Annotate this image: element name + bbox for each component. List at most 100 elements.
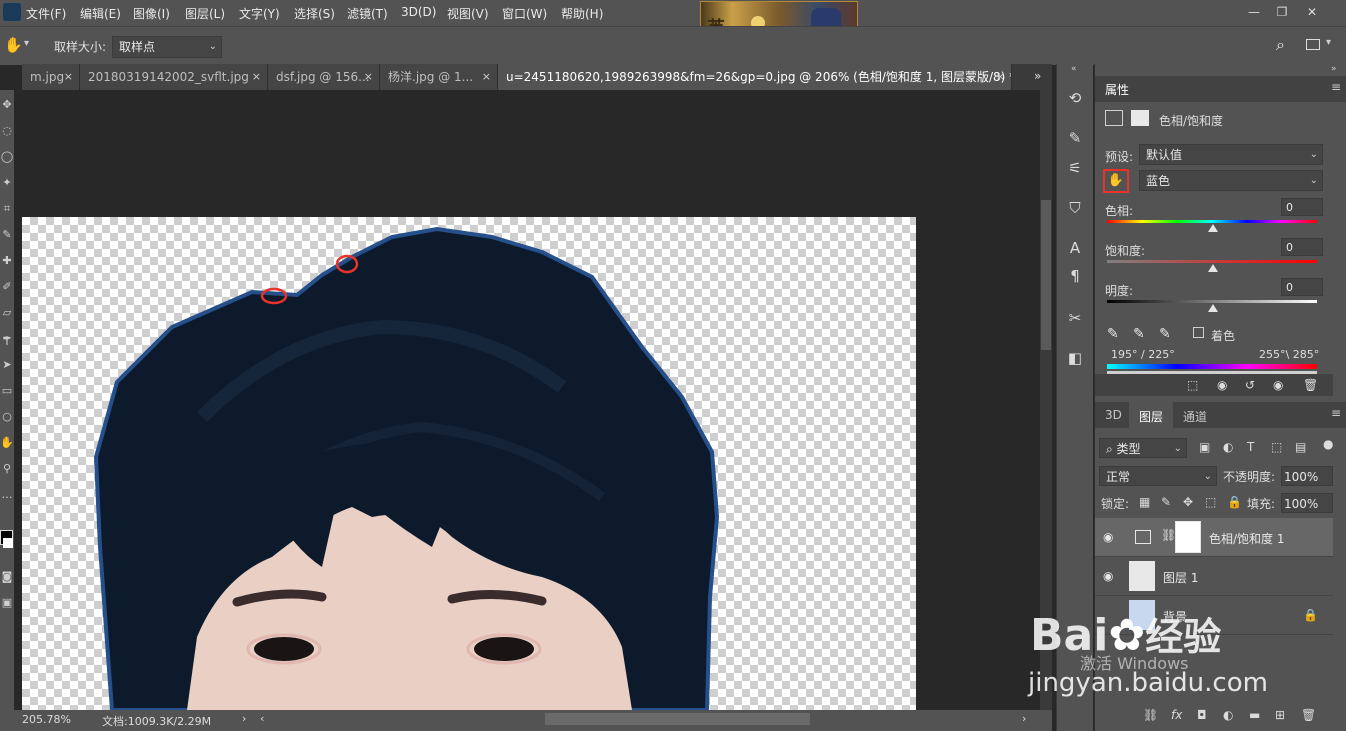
collapse-right-icon[interactable]: »: [1331, 64, 1337, 74]
zoom-level[interactable]: 205.78%: [22, 713, 71, 726]
vertical-scroll-thumb[interactable]: [1041, 200, 1051, 350]
tabs-overflow-icon[interactable]: »: [1034, 69, 1041, 83]
eyedropper-minus-icon[interactable]: ✎: [1159, 326, 1171, 342]
clip-to-layer-icon[interactable]: ⬚: [1187, 378, 1198, 392]
document-canvas[interactable]: [22, 217, 916, 710]
menu-view[interactable]: 视图(V): [447, 5, 489, 22]
close-icon[interactable]: ×: [252, 64, 261, 90]
hue-slider-thumb[interactable]: [1208, 224, 1218, 232]
brush-settings-icon[interactable]: ✎: [1065, 128, 1085, 148]
mask-icon[interactable]: [1131, 110, 1149, 126]
tab-3d[interactable]: 3D: [1105, 408, 1122, 422]
delete-layer-icon[interactable]: 🗑: [1301, 708, 1316, 722]
healing-brush-icon[interactable]: ✚: [0, 254, 14, 268]
lock-artboard-icon[interactable]: ⬚: [1205, 495, 1216, 509]
more-tools-icon[interactable]: …: [0, 488, 14, 502]
tools-icon[interactable]: ✂: [1065, 308, 1085, 328]
add-mask-icon[interactable]: ◘: [1197, 708, 1207, 722]
reset-icon[interactable]: ↺: [1245, 378, 1255, 392]
quick-select-tool-icon[interactable]: ✦: [0, 176, 14, 190]
eraser-tool-icon[interactable]: ▱: [0, 306, 14, 320]
preset-select[interactable]: 默认值 ⌄: [1139, 144, 1323, 165]
menu-3d[interactable]: 3D(D): [401, 5, 436, 19]
menu-window[interactable]: 窗口(W): [502, 5, 547, 22]
lock-all-icon[interactable]: 🔒: [1227, 495, 1242, 509]
minimize-icon[interactable]: —: [1242, 3, 1266, 21]
filter-shape-icon[interactable]: ⬚: [1271, 440, 1282, 454]
path-select-icon[interactable]: ➤: [0, 358, 14, 372]
shape-tool-icon[interactable]: ▭: [0, 384, 14, 398]
ellipse-tool-icon[interactable]: ○: [0, 410, 14, 424]
menu-image[interactable]: 图像(I): [133, 5, 170, 22]
collapse-icon[interactable]: «: [1071, 64, 1077, 74]
fx-icon[interactable]: fx: [1171, 708, 1182, 722]
delete-icon[interactable]: 🗑: [1303, 378, 1318, 392]
opacity-input[interactable]: 100%: [1281, 466, 1333, 486]
tab-layers[interactable]: 图层: [1139, 408, 1163, 425]
tab-svflt-jpg[interactable]: 20180319142002_svflt.jpg ×: [80, 64, 268, 90]
tab-properties[interactable]: 属性: [1105, 81, 1129, 98]
filter-smart-icon[interactable]: ▤: [1295, 440, 1306, 454]
color-range-bar[interactable]: [1107, 364, 1317, 369]
new-layer-icon[interactable]: ⊞: [1275, 708, 1285, 722]
lightness-slider[interactable]: [1107, 300, 1317, 303]
visibility-icon[interactable]: ◉: [1103, 569, 1113, 583]
scroll-right-icon[interactable]: ›: [1022, 712, 1026, 725]
hue-slider[interactable]: [1107, 220, 1317, 223]
restore-icon[interactable]: ❐: [1270, 3, 1294, 21]
saturation-input[interactable]: 0: [1281, 238, 1323, 256]
character-icon[interactable]: A: [1065, 238, 1085, 258]
layer-row-layer-1[interactable]: ◉ 图层 1: [1095, 557, 1333, 596]
marquee-tool-icon[interactable]: ◌: [0, 124, 14, 138]
view-previous-icon[interactable]: ◉: [1217, 378, 1227, 392]
status-expand-icon[interactable]: ›: [242, 712, 246, 725]
scroll-left-icon[interactable]: ‹: [260, 712, 264, 725]
filter-pixel-icon[interactable]: ▣: [1199, 440, 1210, 454]
adjustments-icon[interactable]: ⚟: [1065, 158, 1085, 178]
lasso-tool-icon[interactable]: ◯: [0, 150, 14, 164]
saturation-slider-thumb[interactable]: [1208, 264, 1218, 272]
lightness-slider-thumb[interactable]: [1208, 304, 1218, 312]
eyedropper-icon[interactable]: ✎: [1107, 326, 1119, 342]
menu-select[interactable]: 选择(S): [294, 5, 335, 22]
zoom-tool-icon[interactable]: ⚲: [0, 462, 14, 476]
tab-active-document[interactable]: u=2451180620,1989263998&fm=26&gp=0.jpg @…: [498, 64, 1012, 90]
search-icon[interactable]: ⌕: [1276, 35, 1285, 55]
layer-row-hue-saturation[interactable]: ◉ ⛓ 色相/饱和度 1: [1095, 518, 1333, 557]
adjustment-icon[interactable]: ◐: [1223, 708, 1233, 722]
close-icon[interactable]: ×: [482, 64, 491, 90]
tab-dsf-jpg[interactable]: dsf.jpg @ 156... ×: [268, 64, 380, 90]
canvas-area[interactable]: [22, 90, 1040, 710]
saturation-slider[interactable]: [1107, 260, 1317, 263]
group-folder-icon[interactable]: ▬: [1249, 708, 1260, 722]
tab-channels[interactable]: 通道: [1183, 408, 1207, 425]
menu-type[interactable]: 文字(Y): [239, 5, 280, 22]
type-tool-icon[interactable]: T: [0, 335, 14, 349]
panel-menu-icon[interactable]: ≡: [1331, 80, 1341, 94]
channel-select[interactable]: 蓝色 ⌄: [1139, 170, 1323, 191]
fill-input[interactable]: 100%: [1281, 493, 1333, 513]
workspace-icon[interactable]: [1306, 39, 1320, 50]
link-layers-icon[interactable]: ⛓: [1143, 708, 1158, 722]
visibility-icon[interactable]: ◉: [1103, 530, 1113, 544]
menu-file[interactable]: 文件(F): [26, 5, 66, 22]
lock-position-icon[interactable]: ✥: [1183, 495, 1193, 509]
move-tool-icon[interactable]: ✥: [0, 98, 14, 112]
hand-tool-icon[interactable]: ✋: [0, 436, 14, 450]
brush-tool-icon[interactable]: ✐: [0, 280, 14, 294]
background-color-swatch[interactable]: [3, 538, 13, 548]
close-window-icon[interactable]: ✕: [1300, 3, 1324, 21]
crop-tool-icon[interactable]: ⌗: [0, 202, 14, 216]
filter-adjust-icon[interactable]: ◐: [1223, 440, 1233, 454]
tool-preset-chevron-icon[interactable]: ▾: [24, 38, 29, 49]
menu-filter[interactable]: 滤镜(T): [347, 5, 388, 22]
targeted-adjustment-button[interactable]: ✋: [1103, 169, 1129, 193]
workspace-chevron-icon[interactable]: ▾: [1326, 37, 1331, 48]
quick-mask-icon[interactable]: ◙: [0, 570, 14, 584]
layer-filter-select[interactable]: ⌕ 类型 ⌄: [1099, 438, 1187, 458]
lock-transparent-icon[interactable]: ▦: [1139, 495, 1150, 509]
menu-layer[interactable]: 图层(L): [185, 5, 225, 22]
menu-edit[interactable]: 编辑(E): [80, 5, 121, 22]
paragraph-icon[interactable]: ¶: [1065, 266, 1085, 286]
tab-yangyang-jpg[interactable]: 杨洋.jpg @ 1... ×: [380, 64, 498, 90]
